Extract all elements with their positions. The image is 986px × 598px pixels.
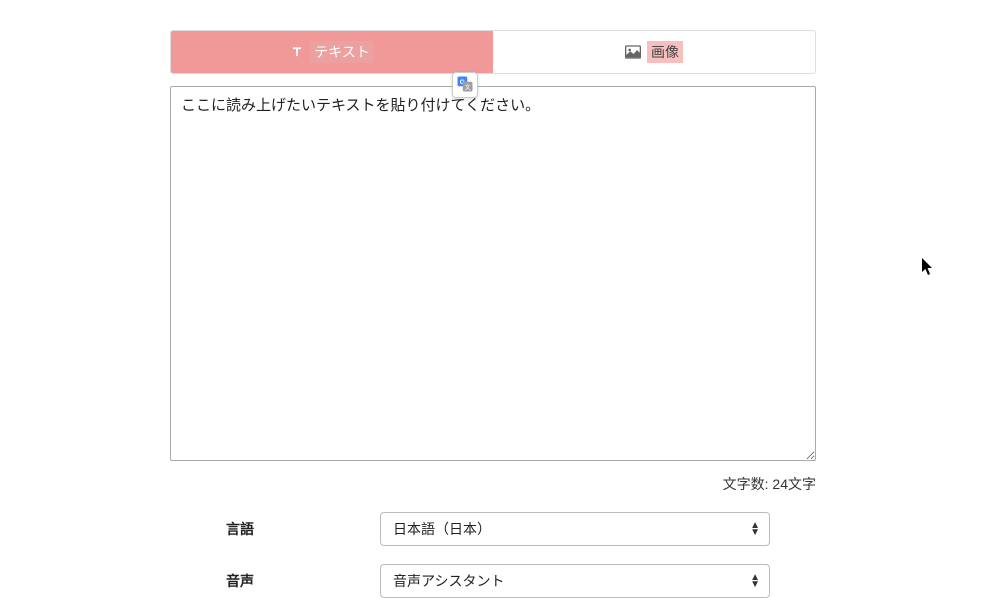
char-count-prefix: 文字数: (723, 476, 773, 492)
voice-select-wrap: 音声アシスタント ▲▼ (380, 564, 770, 598)
language-select[interactable]: 日本語（日本） (380, 512, 770, 546)
language-select-wrap: 日本語（日本） ▲▼ (380, 512, 770, 546)
tab-image-label: 画像 (647, 41, 683, 63)
translate-icon: G 文 (456, 75, 474, 96)
tab-image[interactable]: 画像 (493, 31, 815, 73)
voice-row: 音声 音声アシスタント ▲▼ (170, 564, 816, 598)
font-icon (290, 45, 304, 59)
char-count-suffix: 文字 (788, 476, 816, 492)
language-label: 言語 (170, 519, 380, 539)
tab-bar: テキスト 画像 (170, 30, 816, 74)
voice-label: 音声 (170, 571, 380, 591)
character-count: 文字数: 24文字 (170, 474, 816, 494)
text-input-area[interactable] (170, 86, 816, 461)
translate-widget[interactable]: G 文 (452, 72, 478, 98)
tab-text-label: テキスト (310, 41, 374, 63)
char-count-value: 24 (772, 476, 788, 492)
tab-text[interactable]: テキスト (171, 31, 493, 73)
language-row: 言語 日本語（日本） ▲▼ (170, 512, 816, 546)
voice-select[interactable]: 音声アシスタント (380, 564, 770, 598)
image-icon (625, 45, 641, 59)
textarea-container: G 文 (170, 86, 816, 466)
